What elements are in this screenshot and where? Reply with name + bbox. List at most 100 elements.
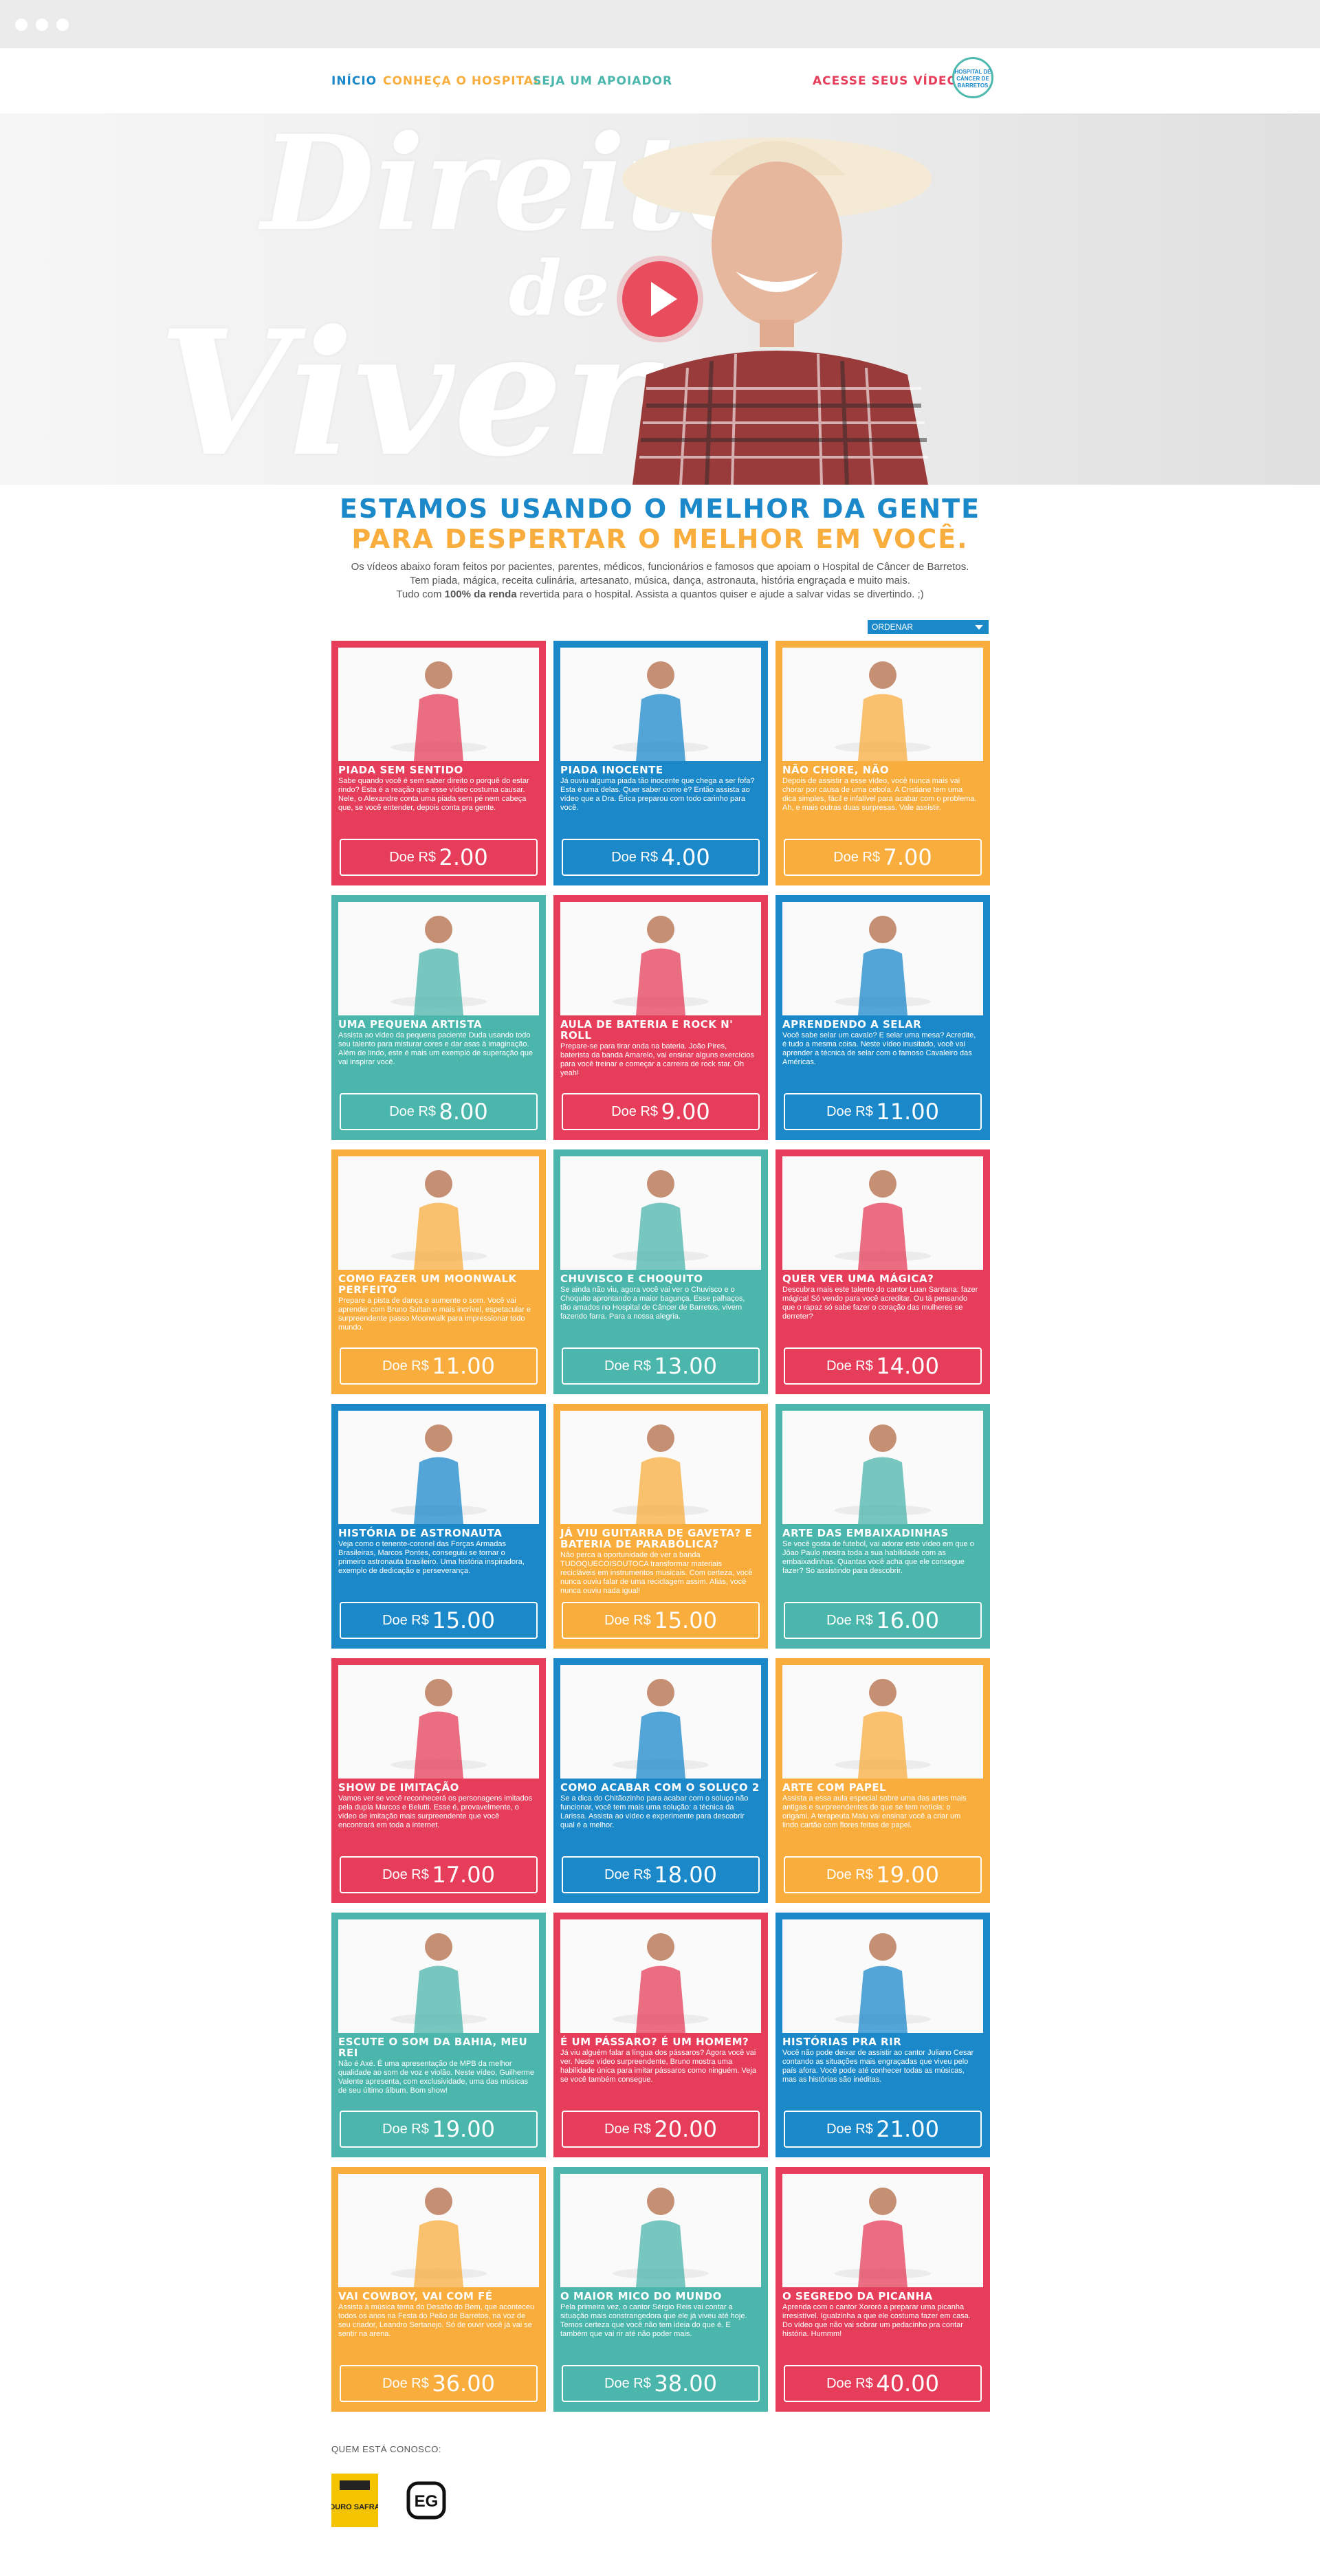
video-card[interactable]: UMA PEQUENA ARTISTA Assista ao vídeo da p…	[331, 895, 546, 1140]
video-description: Já viu alguém falar a língua dos pássaro…	[560, 2049, 756, 2084]
donate-amount: 18.00	[654, 1862, 717, 1888]
video-card[interactable]: COMO ACABAR COM O SOLUÇO 2 Se a dica do C…	[553, 1658, 768, 1903]
sort-label: ORDENAR	[872, 622, 914, 632]
video-description: Assista à música tema do Desafio do Bem,…	[338, 2303, 534, 2338]
video-thumbnail[interactable]	[560, 1665, 761, 1779]
donate-button[interactable]: Doe R$ 21.00	[784, 2111, 982, 2148]
video-card[interactable]: ARTE DAS EMBAIXADINHAS Se você gosta de f…	[776, 1404, 990, 1649]
video-card[interactable]: HISTÓRIAS PRA RIR Você não pode deixar de…	[776, 1913, 990, 2157]
video-card[interactable]: COMO FAZER UM MOONWALK PERFEITO Prepare a…	[331, 1149, 546, 1394]
donate-amount: 40.00	[876, 2370, 939, 2397]
video-card[interactable]: ESCUTE O SOM DA BAHIA, MEU REI Não é Axé.…	[331, 1913, 546, 2157]
donate-button[interactable]: Doe R$ 7.00	[784, 839, 982, 876]
video-card[interactable]: O MAIOR MICO DO MUNDO Pela primeira vez, …	[553, 2167, 768, 2412]
video-thumbnail[interactable]	[338, 1665, 539, 1779]
video-thumbnail[interactable]	[782, 1156, 983, 1270]
donate-amount: 19.00	[876, 1862, 939, 1888]
donate-button[interactable]: Doe R$ 19.00	[784, 1856, 982, 1893]
video-description: Prepare a pista de dança e aumente o som…	[338, 1297, 531, 1332]
video-description: Prepare-se para tirar onda na bateria. J…	[560, 1042, 754, 1077]
video-card[interactable]: NÃO CHORE, NÃO Depois de assistir a esse …	[776, 641, 990, 885]
video-thumbnail[interactable]	[560, 2174, 761, 2287]
donate-button[interactable]: Doe R$ 20.00	[562, 2111, 760, 2148]
video-thumbnail[interactable]	[338, 2174, 539, 2287]
play-video-button[interactable]	[622, 261, 698, 337]
video-card[interactable]: ARTE COM PAPEL Assista a essa aula especi…	[776, 1658, 990, 1903]
video-card[interactable]: É UM PÁSSARO? É UM HOMEM? Já viu alguém f…	[553, 1913, 768, 2157]
video-thumbnail[interactable]	[560, 1156, 761, 1270]
video-thumbnail[interactable]	[338, 1919, 539, 2033]
video-thumbnail[interactable]	[782, 1411, 983, 1524]
video-card[interactable]: SHOW DE IMITAÇÃO Vamos ver se você reconh…	[331, 1658, 546, 1903]
video-thumbnail[interactable]	[782, 2174, 983, 2287]
donate-button[interactable]: Doe R$ 11.00	[340, 1347, 538, 1385]
video-card[interactable]: PIADA INOCENTE Já ouviu alguma piada tão …	[553, 641, 768, 885]
video-card[interactable]: CHUVISCO E CHOQUITO Se ainda não viu, ago…	[553, 1149, 768, 1394]
donate-amount: 2.00	[439, 844, 488, 870]
donate-prefix: Doe R$	[389, 1104, 437, 1119]
video-thumbnail[interactable]	[782, 1665, 983, 1779]
eg-logo[interactable]: EG	[406, 2480, 447, 2520]
video-card[interactable]: AULA DE BATERIA E ROCK N' ROLL Prepare-se…	[553, 895, 768, 1140]
top-nav: INÍCIO CONHEÇA O HOSPITAL SEJA UM APOIAD…	[0, 48, 1320, 113]
donate-button[interactable]: Doe R$ 38.00	[562, 2365, 760, 2402]
video-thumbnail[interactable]	[338, 1156, 539, 1270]
video-description: Sabe quando você é sem saber direito o p…	[338, 777, 529, 812]
video-thumbnail[interactable]	[560, 1919, 761, 2033]
donate-button[interactable]: Doe R$ 9.00	[562, 1093, 760, 1130]
video-thumbnail[interactable]	[338, 1411, 539, 1524]
donate-button[interactable]: Doe R$ 13.00	[562, 1347, 760, 1385]
video-card[interactable]: QUER VER UMA MÁGICA? Descubra mais este t…	[776, 1149, 990, 1394]
video-title: É UM PÁSSARO? É UM HOMEM?	[560, 2036, 749, 2048]
donate-button[interactable]: Doe R$ 40.00	[784, 2365, 982, 2402]
video-description: Se ainda não viu, agora você vai ver o C…	[560, 1286, 745, 1321]
video-card[interactable]: PIADA SEM SENTIDO Sabe quando você é sem …	[331, 641, 546, 885]
nav-apoiador-link[interactable]: SEJA UM APOIADOR	[533, 74, 672, 88]
donate-button[interactable]: Doe R$ 19.00	[340, 2111, 538, 2148]
donate-amount: 11.00	[876, 1099, 939, 1125]
donate-amount: 17.00	[432, 1862, 495, 1888]
video-description: Vamos ver se você reconhecerá os persona…	[338, 1794, 533, 1829]
video-description: Você não pode deixar de assistir ao cant…	[782, 2049, 974, 2084]
donate-amount: 9.00	[661, 1099, 710, 1125]
video-thumbnail[interactable]	[782, 648, 983, 761]
video-card[interactable]: JÁ VIU GUITARRA DE GAVETA? E BATERIA DE …	[553, 1404, 768, 1649]
video-card[interactable]: VAI COWBOY, VAI COM FÉ Assista à música t…	[331, 2167, 546, 2412]
nav-conheca-link[interactable]: CONHEÇA O HOSPITAL	[383, 74, 542, 88]
window-dot-3	[56, 19, 69, 31]
video-thumbnail[interactable]	[338, 902, 539, 1015]
donate-button[interactable]: Doe R$ 17.00	[340, 1856, 538, 1893]
video-thumbnail[interactable]	[560, 902, 761, 1015]
hospital-logo[interactable]: HOSPITAL DE CÂNCER DE BARRETOS	[952, 57, 993, 98]
donate-button[interactable]: Doe R$ 16.00	[784, 1602, 982, 1639]
intro-line3: Tudo com 100% da renda revertida para o …	[316, 588, 1004, 602]
donate-button[interactable]: Doe R$ 36.00	[340, 2365, 538, 2402]
video-title: NÃO CHORE, NÃO	[782, 764, 890, 776]
video-thumbnail[interactable]	[338, 648, 539, 761]
donate-button[interactable]: Doe R$ 4.00	[562, 839, 760, 876]
nav-inicio-link[interactable]: INÍCIO	[331, 74, 377, 88]
donate-button[interactable]: Doe R$ 8.00	[340, 1093, 538, 1130]
browser-chrome	[0, 0, 1320, 49]
duro-safra-logo[interactable]: DURO SAFRA	[329, 2474, 380, 2527]
video-card[interactable]: O SEGREDO DA PICANHA Aprenda com o cantor…	[776, 2167, 990, 2412]
video-thumbnail[interactable]	[560, 1411, 761, 1524]
donate-amount: 14.00	[876, 1353, 939, 1379]
intro-line1: Os vídeos abaixo foram feitos por pacien…	[351, 561, 969, 573]
donate-button[interactable]: Doe R$ 15.00	[562, 1602, 760, 1639]
video-card[interactable]: APRENDENDO A SELAR Você sabe selar um cav…	[776, 895, 990, 1140]
nav-videos-link[interactable]: ACESSE SEUS VÍDEOS	[813, 74, 967, 88]
video-title: COMO ACABAR COM O SOLUÇO 2	[560, 1781, 760, 1794]
donate-button[interactable]: Doe R$ 11.00	[784, 1093, 982, 1130]
video-thumbnail[interactable]	[782, 1919, 983, 2033]
donate-button[interactable]: Doe R$ 2.00	[340, 839, 538, 876]
donate-button[interactable]: Doe R$ 14.00	[784, 1347, 982, 1385]
video-thumbnail[interactable]	[560, 648, 761, 761]
sort-dropdown[interactable]: ORDENAR	[868, 620, 989, 634]
donate-button[interactable]: Doe R$ 15.00	[340, 1602, 538, 1639]
video-description: Assista ao vídeo da pequena paciente Dud…	[338, 1031, 534, 1066]
donate-amount: 13.00	[654, 1353, 717, 1379]
donate-button[interactable]: Doe R$ 18.00	[562, 1856, 760, 1893]
video-card[interactable]: HISTÓRIA DE ASTRONAUTA Veja como o tenent…	[331, 1404, 546, 1649]
video-thumbnail[interactable]	[782, 902, 983, 1015]
